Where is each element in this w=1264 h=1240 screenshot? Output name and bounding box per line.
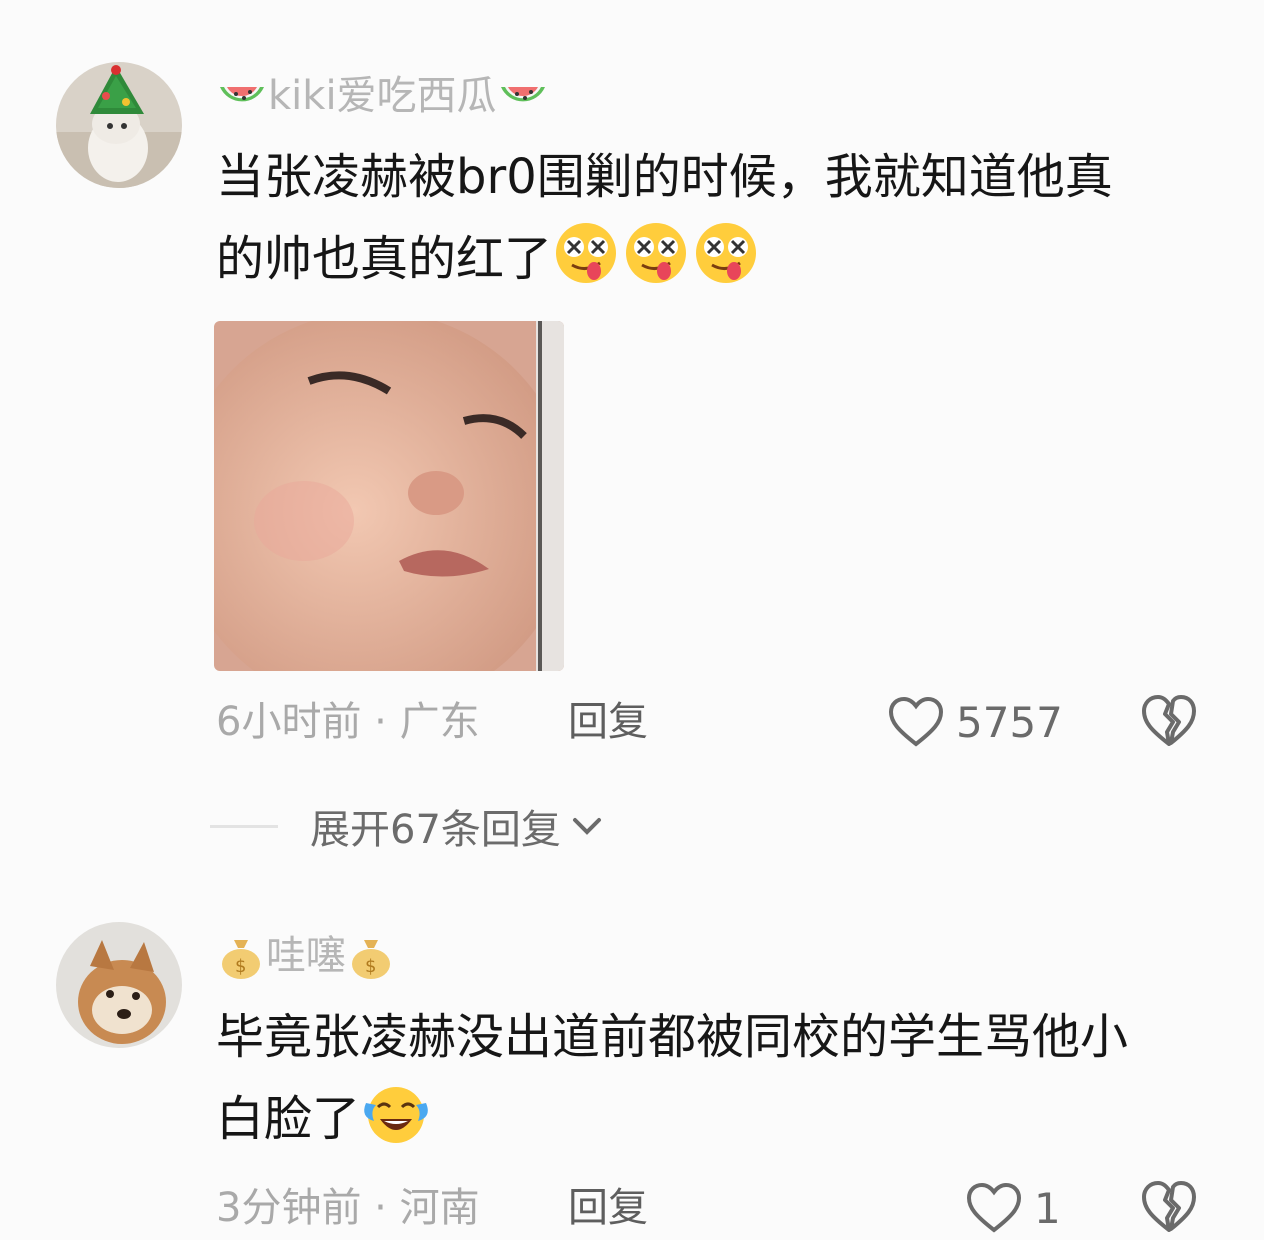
dizzy-tongue-face-emoji-icon	[552, 223, 622, 287]
svg-text:$: $	[365, 956, 376, 977]
divider	[210, 824, 278, 828]
avatar[interactable]	[56, 922, 182, 1048]
expand-replies-label: 展开67条回复	[310, 807, 561, 853]
time-location: 3分钟前 · 河南	[216, 1185, 480, 1231]
avatar[interactable]	[56, 62, 182, 188]
heart-icon	[966, 1182, 1022, 1234]
comment-text: 毕竟张凌赫没出道前都被同校的学生骂他小 白脸了	[216, 996, 1216, 1160]
expand-replies[interactable]: 展开67条回复	[210, 796, 607, 856]
money-bag-icon: $	[346, 932, 396, 980]
dislike-button[interactable]	[1140, 1178, 1198, 1236]
like-count: 1	[1034, 1183, 1061, 1233]
reply-button[interactable]: 回复	[568, 1178, 648, 1238]
like-button[interactable]: 1	[966, 1178, 1061, 1238]
svg-text:$: $	[235, 956, 246, 977]
comment-image[interactable]	[214, 321, 564, 671]
comment-line-2: 白脸了	[216, 1078, 1216, 1160]
username-text: kiki爱吃西瓜	[268, 73, 497, 119]
crying-laughing-emoji-icon	[360, 1087, 430, 1147]
chevron-down-icon	[567, 806, 607, 846]
username[interactable]: kiki爱吃西瓜	[216, 66, 549, 126]
dizzy-tongue-face-emoji-icon	[692, 223, 762, 287]
comment-text: 当张凌赫被br0围剿的时候，我就知道他真 的帅也真的红了	[216, 136, 1216, 300]
broken-heart-icon	[1140, 1181, 1198, 1240]
broken-heart-icon	[1140, 695, 1198, 754]
comment-line: 当张凌赫被br0围剿的时候，我就知道他真	[216, 149, 1113, 205]
username-text: 哇噻	[266, 933, 346, 979]
dizzy-tongue-face-emoji-icon	[622, 223, 692, 287]
watermelon-icon	[497, 76, 549, 116]
heart-icon	[888, 696, 944, 748]
like-count: 5757	[956, 697, 1063, 747]
time-location: 6小时前 · 广东	[216, 699, 480, 745]
watermelon-icon	[216, 76, 268, 116]
username[interactable]: $ 哇噻 $	[216, 926, 396, 986]
dislike-button[interactable]	[1140, 692, 1198, 750]
money-bag-icon: $	[216, 932, 266, 980]
comment-line-2: 的帅也真的红了	[216, 218, 1216, 300]
reply-button[interactable]: 回复	[568, 692, 648, 752]
like-button[interactable]: 5757	[888, 692, 1063, 752]
comment-line: 毕竟张凌赫没出道前都被同校的学生骂他小	[216, 1009, 1129, 1065]
